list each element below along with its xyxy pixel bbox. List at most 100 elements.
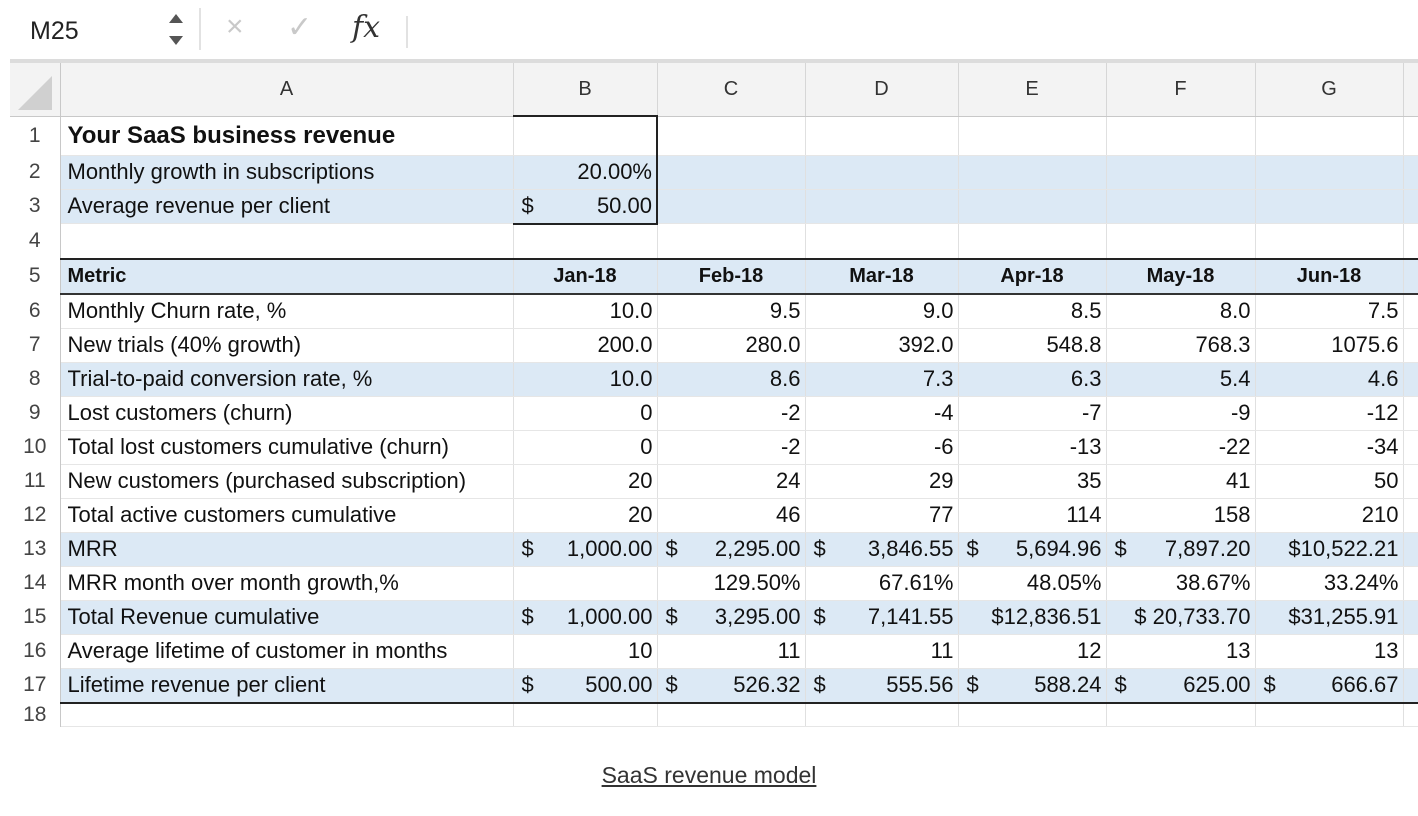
cell-value[interactable] bbox=[1403, 396, 1418, 431]
cell-value[interactable] bbox=[1403, 702, 1418, 727]
cell-value[interactable] bbox=[1403, 116, 1418, 156]
cell-value[interactable]: 67.61% bbox=[805, 566, 959, 601]
cell-value[interactable] bbox=[958, 223, 1107, 259]
cell-value[interactable] bbox=[1403, 430, 1418, 465]
cell-value[interactable]: Jan-18 bbox=[513, 257, 658, 295]
cell-value[interactable]: Jun-18 bbox=[1255, 257, 1404, 295]
cell-value[interactable] bbox=[1255, 223, 1404, 259]
cell-value[interactable]: 210 bbox=[1255, 498, 1404, 533]
cell-value[interactable]: 35 bbox=[958, 464, 1107, 499]
cell-value[interactable] bbox=[513, 223, 658, 259]
cell-value[interactable] bbox=[1255, 116, 1404, 156]
column-header-d[interactable]: D bbox=[805, 63, 959, 117]
cell-value[interactable]: -34 bbox=[1255, 430, 1404, 465]
cell-value[interactable] bbox=[1403, 189, 1418, 224]
cell-value[interactable]: $625.00 bbox=[1106, 668, 1256, 704]
cell-value[interactable] bbox=[958, 155, 1107, 190]
cell-value[interactable]: 8.5 bbox=[958, 293, 1107, 329]
cell-value[interactable]: 46 bbox=[657, 498, 806, 533]
cell-value[interactable]: 158 bbox=[1106, 498, 1256, 533]
cell-value[interactable]: 12 bbox=[958, 634, 1107, 669]
cell-value[interactable]: 33.24% bbox=[1255, 566, 1404, 601]
cell-value[interactable]: $31,255.91 bbox=[1255, 600, 1404, 635]
cell-value[interactable] bbox=[1403, 223, 1418, 259]
cell-label[interactable]: New trials (40% growth) bbox=[60, 328, 514, 363]
cell-value[interactable]: -7 bbox=[958, 396, 1107, 431]
cell-value[interactable] bbox=[1106, 116, 1256, 156]
cell-value[interactable] bbox=[1403, 498, 1418, 533]
cell-label[interactable]: New customers (purchased subscription) bbox=[60, 464, 514, 499]
row-header[interactable]: 11 bbox=[10, 464, 61, 498]
cell-value[interactable]: -2 bbox=[657, 396, 806, 431]
row-header[interactable]: 4 bbox=[10, 223, 61, 259]
cell-value[interactable]: 29 bbox=[805, 464, 959, 499]
cell-value[interactable] bbox=[657, 189, 806, 224]
cell-value[interactable]: $7,141.55 bbox=[805, 600, 959, 635]
cell-value[interactable]: $5,694.96 bbox=[958, 532, 1107, 567]
cell-value[interactable]: 4.6 bbox=[1255, 362, 1404, 397]
cell-value[interactable] bbox=[1403, 328, 1418, 363]
cell-value[interactable]: $500.00 bbox=[513, 668, 658, 704]
cell-value[interactable]: 5.4 bbox=[1106, 362, 1256, 397]
column-header-e[interactable]: E bbox=[958, 63, 1107, 117]
cell-value[interactable]: -13 bbox=[958, 430, 1107, 465]
cell-value[interactable] bbox=[513, 115, 658, 156]
cell-value[interactable] bbox=[1106, 223, 1256, 259]
cell-value[interactable]: 24 bbox=[657, 464, 806, 499]
cell-value[interactable]: $ 20,733.70 bbox=[1106, 600, 1256, 635]
row-header[interactable]: 7 bbox=[10, 328, 61, 362]
row-header[interactable]: 15 bbox=[10, 600, 61, 634]
cell-value[interactable] bbox=[1403, 532, 1418, 567]
cell-value[interactable]: $555.56 bbox=[805, 668, 959, 704]
cell-value[interactable]: 114 bbox=[958, 498, 1107, 533]
cell-value[interactable] bbox=[1255, 702, 1404, 727]
cell-label[interactable]: MRR month over month growth,% bbox=[60, 566, 514, 601]
cell-label[interactable]: Average revenue per client bbox=[60, 189, 514, 224]
cell-value[interactable]: 6.3 bbox=[958, 362, 1107, 397]
cell-value[interactable]: 548.8 bbox=[958, 328, 1107, 363]
cell-value[interactable]: -22 bbox=[1106, 430, 1256, 465]
cell-value[interactable]: 7.5 bbox=[1255, 293, 1404, 329]
cancel-icon[interactable]: × bbox=[226, 10, 244, 44]
cell-value[interactable]: 10.0 bbox=[513, 293, 658, 329]
cell-label[interactable]: Your SaaS business revenue bbox=[60, 116, 514, 156]
cell-value[interactable]: $2,295.00 bbox=[657, 532, 806, 567]
cell-value[interactable]: 11 bbox=[657, 634, 806, 669]
cell-value[interactable]: 392.0 bbox=[805, 328, 959, 363]
cell-value[interactable] bbox=[1255, 189, 1404, 224]
cell-value[interactable]: $7,897.20 bbox=[1106, 532, 1256, 567]
cell-value[interactable]: $3,295.00 bbox=[657, 600, 806, 635]
cell-value[interactable]: 20.00% bbox=[513, 155, 658, 190]
cell-value[interactable] bbox=[1403, 634, 1418, 669]
cell-value[interactable]: $1,000.00 bbox=[513, 532, 658, 567]
column-header-f[interactable]: F bbox=[1106, 63, 1256, 117]
cell-value[interactable]: 129.50% bbox=[657, 566, 806, 601]
cell-value[interactable]: $50.00 bbox=[513, 189, 658, 225]
column-header-c[interactable]: C bbox=[657, 63, 806, 117]
cell-label[interactable]: Total Revenue cumulative bbox=[60, 600, 514, 635]
cell-value[interactable]: -4 bbox=[805, 396, 959, 431]
cell-value[interactable]: 8.0 bbox=[1106, 293, 1256, 329]
cell-value[interactable]: 1075.6 bbox=[1255, 328, 1404, 363]
cell-value[interactable] bbox=[1403, 464, 1418, 499]
cell-value[interactable]: 77 bbox=[805, 498, 959, 533]
cell-value[interactable]: 11 bbox=[805, 634, 959, 669]
cell-value[interactable]: Apr-18 bbox=[958, 257, 1107, 295]
column-header-a[interactable]: A bbox=[60, 63, 514, 117]
cell-value[interactable] bbox=[958, 116, 1107, 156]
cell-value[interactable]: 280.0 bbox=[657, 328, 806, 363]
row-header[interactable]: 6 bbox=[10, 293, 61, 328]
cell-value[interactable] bbox=[1106, 189, 1256, 224]
row-header[interactable]: 17 bbox=[10, 668, 61, 703]
row-header[interactable]: 2 bbox=[10, 155, 61, 189]
cell-value[interactable] bbox=[657, 702, 806, 727]
insert-function-icon[interactable]: fx bbox=[352, 10, 380, 45]
cell-value[interactable]: $3,846.55 bbox=[805, 532, 959, 567]
cell-value[interactable] bbox=[1106, 702, 1256, 727]
cell-label[interactable]: Monthly growth in subscriptions bbox=[60, 155, 514, 190]
row-header[interactable]: 3 bbox=[10, 189, 61, 224]
cell-value[interactable]: 9.0 bbox=[805, 293, 959, 329]
cell-label[interactable]: MRR bbox=[60, 532, 514, 567]
cell-value[interactable]: $526.32 bbox=[657, 668, 806, 704]
cell-value[interactable] bbox=[513, 566, 658, 601]
